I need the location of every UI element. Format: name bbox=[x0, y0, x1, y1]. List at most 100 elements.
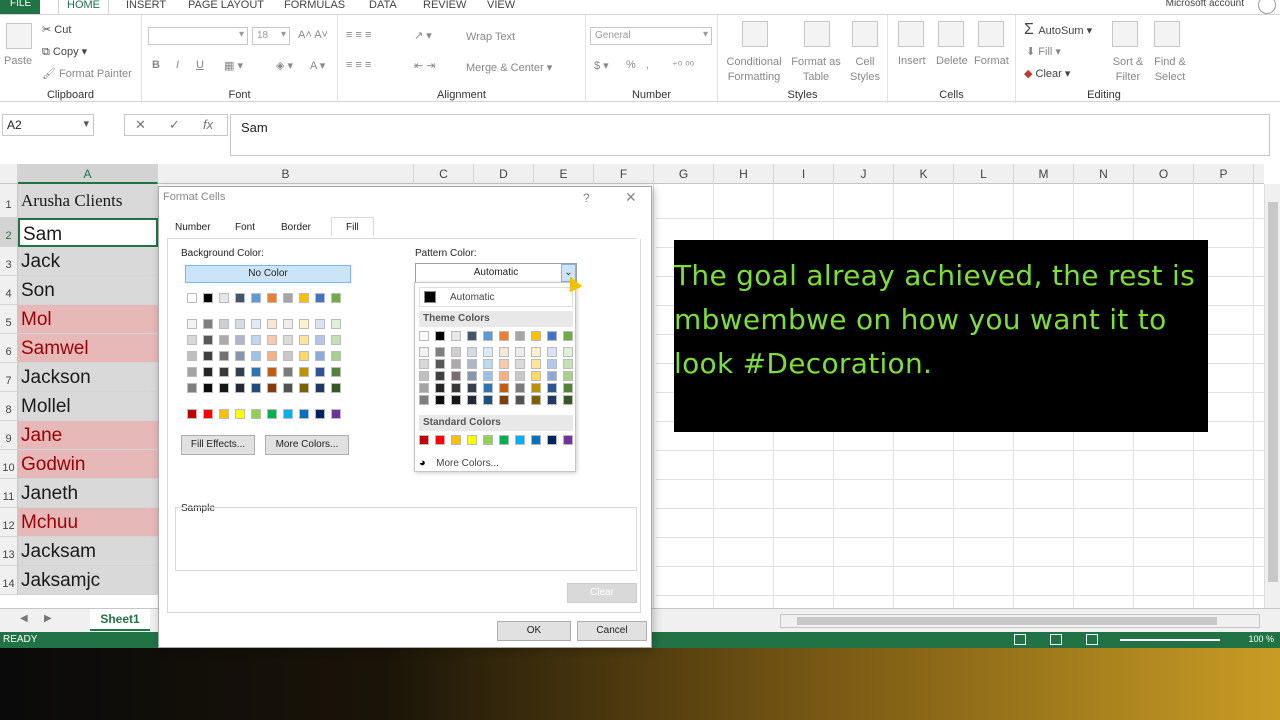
color-swatch[interactable] bbox=[219, 319, 229, 329]
theme-color-swatch[interactable] bbox=[515, 331, 525, 341]
column-header-c[interactable]: C bbox=[414, 164, 474, 184]
color-swatch[interactable] bbox=[235, 335, 245, 345]
color-swatch[interactable] bbox=[299, 367, 309, 377]
color-swatch[interactable] bbox=[315, 335, 325, 345]
color-swatch[interactable] bbox=[187, 367, 197, 377]
font-name-combo[interactable] bbox=[148, 27, 248, 45]
row-header[interactable]: 14 bbox=[0, 566, 18, 595]
find-select-button[interactable]: Find & Select bbox=[1152, 55, 1188, 85]
format-as-table-button[interactable]: Format as Table bbox=[788, 55, 844, 85]
color-swatch[interactable] bbox=[235, 319, 245, 329]
avatar[interactable] bbox=[1258, 0, 1276, 14]
formula-input[interactable]: Sam bbox=[230, 114, 1270, 156]
comma-button[interactable]: , bbox=[646, 59, 649, 71]
color-swatch[interactable] bbox=[235, 367, 245, 377]
theme-color-swatch[interactable] bbox=[451, 371, 461, 381]
theme-color-swatch[interactable] bbox=[515, 347, 525, 357]
theme-color-swatch[interactable] bbox=[563, 331, 573, 341]
theme-color-swatch[interactable] bbox=[531, 395, 541, 405]
theme-color-swatch[interactable] bbox=[483, 359, 493, 369]
select-all-corner[interactable] bbox=[0, 164, 18, 184]
color-swatch[interactable] bbox=[331, 351, 341, 361]
color-swatch[interactable] bbox=[203, 367, 213, 377]
color-swatch[interactable] bbox=[331, 335, 341, 345]
theme-color-swatch[interactable] bbox=[435, 347, 445, 357]
paste-button[interactable]: Paste bbox=[4, 55, 32, 67]
theme-color-swatch[interactable] bbox=[467, 383, 477, 393]
row-header[interactable]: 8 bbox=[0, 392, 18, 421]
theme-color-swatch[interactable] bbox=[467, 371, 477, 381]
theme-color-swatch[interactable] bbox=[499, 383, 509, 393]
row-header[interactable]: 1 bbox=[0, 184, 18, 218]
column-header-o[interactable]: O bbox=[1134, 164, 1194, 184]
row-header[interactable]: 12 bbox=[0, 508, 18, 537]
row-header[interactable]: 4 bbox=[0, 276, 18, 305]
fill-effects-button[interactable]: Fill Effects... bbox=[181, 435, 255, 455]
decimal-buttons[interactable]: ⁺⁰ ⁰⁰ bbox=[672, 59, 694, 72]
color-swatch[interactable] bbox=[203, 383, 213, 393]
theme-color-swatch[interactable] bbox=[531, 347, 541, 357]
color-swatch[interactable] bbox=[299, 335, 309, 345]
help-button[interactable]: ? bbox=[583, 191, 590, 205]
color-swatch[interactable] bbox=[235, 383, 245, 393]
color-swatch[interactable] bbox=[283, 335, 293, 345]
column-header-m[interactable]: M bbox=[1014, 164, 1074, 184]
font-color-button[interactable]: A ▾ bbox=[310, 59, 325, 72]
theme-color-swatch[interactable] bbox=[515, 371, 525, 381]
cancel-icon[interactable]: ✕ bbox=[135, 117, 146, 133]
italic-button[interactable]: I bbox=[176, 59, 179, 71]
color-swatch[interactable] bbox=[251, 293, 261, 303]
theme-color-swatch[interactable] bbox=[435, 371, 445, 381]
theme-color-swatch[interactable] bbox=[499, 395, 509, 405]
color-swatch[interactable] bbox=[219, 383, 229, 393]
color-swatch[interactable] bbox=[251, 335, 261, 345]
tab-review[interactable]: REVIEW bbox=[423, 0, 466, 14]
theme-color-swatch[interactable] bbox=[435, 359, 445, 369]
color-swatch[interactable] bbox=[203, 351, 213, 361]
cell-styles-button[interactable]: Cell Styles bbox=[848, 55, 882, 85]
theme-color-swatch[interactable] bbox=[483, 331, 493, 341]
number-format-combo[interactable]: General bbox=[590, 27, 712, 45]
standard-color-swatch[interactable] bbox=[435, 435, 445, 445]
column-header-j[interactable]: J bbox=[834, 164, 894, 184]
color-swatch[interactable] bbox=[283, 293, 293, 303]
color-swatch[interactable] bbox=[251, 367, 261, 377]
tab-font[interactable]: Font bbox=[235, 222, 255, 233]
zoom-slider[interactable] bbox=[1120, 639, 1220, 641]
color-swatch[interactable] bbox=[219, 293, 229, 303]
theme-color-swatch[interactable] bbox=[483, 383, 493, 393]
clear-button[interactable]: ◆ Clear ▾ bbox=[1024, 67, 1070, 80]
color-swatch[interactable] bbox=[187, 293, 197, 303]
color-swatch[interactable] bbox=[235, 409, 245, 419]
theme-color-swatch[interactable] bbox=[531, 383, 541, 393]
format-cells-button[interactable]: Format bbox=[974, 55, 1009, 67]
clear-button[interactable]: Clear bbox=[567, 583, 637, 603]
autosum-button[interactable]: Σ AutoSum ▾ bbox=[1024, 21, 1092, 39]
theme-color-swatch[interactable] bbox=[451, 347, 461, 357]
more-colors-option[interactable]: ◕ More Colors... bbox=[419, 453, 499, 471]
scroll-thumb[interactable] bbox=[797, 617, 1217, 625]
color-swatch[interactable] bbox=[235, 351, 245, 361]
column-header-a[interactable]: A bbox=[18, 164, 158, 184]
row-header[interactable]: 11 bbox=[0, 479, 18, 508]
column-header-d[interactable]: D bbox=[474, 164, 534, 184]
standard-color-swatch[interactable] bbox=[515, 435, 525, 445]
color-swatch[interactable] bbox=[283, 319, 293, 329]
cell-a2[interactable]: Sam bbox=[18, 218, 158, 247]
theme-color-swatch[interactable] bbox=[467, 395, 477, 405]
color-swatch[interactable] bbox=[331, 409, 341, 419]
page-break-view-icon[interactable] bbox=[1086, 634, 1098, 645]
theme-color-swatch[interactable] bbox=[451, 331, 461, 341]
tab-formulas[interactable]: FORMULAS bbox=[284, 0, 345, 14]
column-header-h[interactable]: H bbox=[714, 164, 774, 184]
row-header[interactable]: 9 bbox=[0, 421, 18, 450]
theme-color-swatch[interactable] bbox=[531, 331, 541, 341]
align-left-buttons[interactable]: ≡ ≡ ≡ bbox=[346, 59, 371, 71]
color-swatch[interactable] bbox=[331, 383, 341, 393]
theme-color-swatch[interactable] bbox=[563, 359, 573, 369]
pattern-color-combo[interactable]: Automatic bbox=[415, 263, 577, 283]
sheet-tab[interactable]: Sheet1 bbox=[90, 609, 150, 631]
color-swatch[interactable] bbox=[331, 319, 341, 329]
theme-color-swatch[interactable] bbox=[515, 395, 525, 405]
color-swatch[interactable] bbox=[267, 293, 277, 303]
